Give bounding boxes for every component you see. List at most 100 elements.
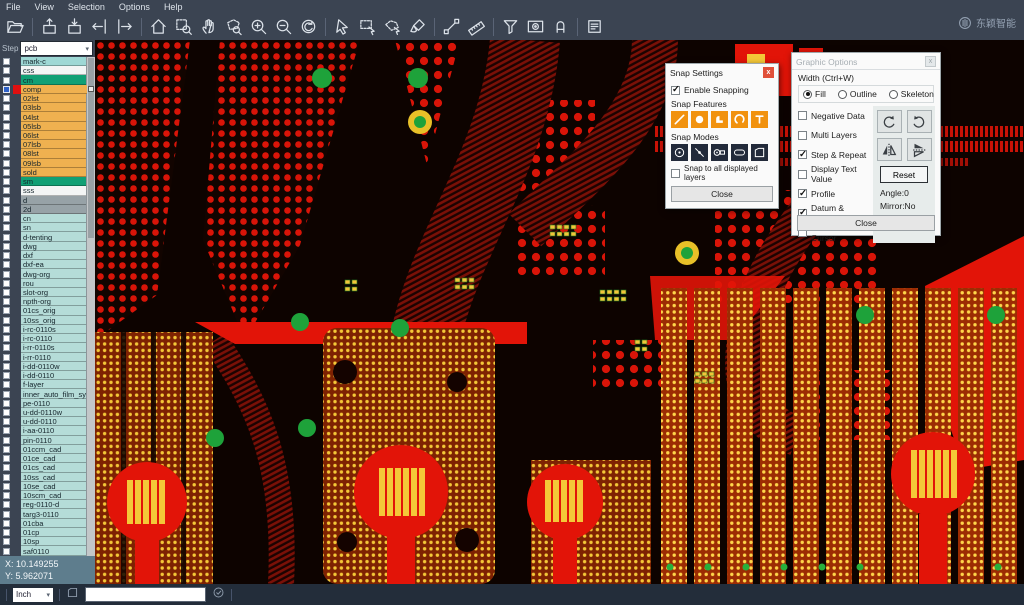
pan-button[interactable] [196,15,221,39]
layer-row[interactable]: 07lsb [0,140,95,149]
home-view-button[interactable] [146,15,171,39]
width-radio[interactable]: Fill [803,89,826,99]
layer-checkbox[interactable] [3,511,10,518]
layer-row[interactable]: sm [0,177,95,186]
measure-ruler-button[interactable] [464,15,489,39]
layer-row[interactable]: i-rr-0110s [0,343,95,352]
option-checkbox[interactable] [798,150,807,159]
filter-button[interactable] [498,15,523,39]
close-icon[interactable]: x [763,67,774,78]
snap-pad-button[interactable] [711,144,728,161]
layer-row[interactable]: dxf [0,251,95,260]
option-checkbox[interactable] [798,189,807,198]
snap-surface-button[interactable] [711,111,728,128]
layer-checkbox[interactable] [3,474,10,481]
layer-row[interactable]: saf0110 [0,546,95,555]
menu-file[interactable]: File [6,2,21,12]
snap-line-point-button[interactable] [691,144,708,161]
layer-checkbox[interactable] [3,326,10,333]
snap-center-button[interactable] [671,144,688,161]
radio-icon[interactable] [838,90,847,99]
layer-checkbox[interactable] [3,529,10,536]
option-checkbox[interactable] [798,170,807,179]
apply-icon[interactable] [212,586,225,604]
radio-icon[interactable] [803,90,812,99]
layer-checkbox[interactable] [3,150,10,157]
layer-checkbox[interactable] [3,197,10,204]
snap-all-layers-row[interactable]: Snap to all displayed layers [671,164,773,182]
layer-row[interactable]: 10ss_cad [0,473,95,482]
layer-row[interactable]: css [0,66,95,75]
layer-row[interactable]: sn [0,223,95,232]
layer-row[interactable]: pe-0110 [0,399,95,408]
layer-checkbox[interactable] [3,289,10,296]
layer-checkbox[interactable] [3,520,10,527]
layer-checkbox[interactable] [3,298,10,305]
reset-button[interactable]: Reset [880,166,928,183]
layer-checkbox[interactable] [3,77,10,84]
graphic-option-row[interactable]: Display Text Value [798,165,869,185]
layer-row[interactable]: dxf-ea [0,260,95,269]
layer-checkbox[interactable] [3,492,10,499]
layer-checkbox[interactable] [3,224,10,231]
snap-arc-button[interactable] [731,111,748,128]
layer-checkbox[interactable] [3,206,10,213]
layer-row[interactable]: reg-0110-d [0,500,95,509]
layer-checkbox[interactable] [3,418,10,425]
layer-row[interactable]: 01cs_orig [0,306,95,315]
snap-magnet-button[interactable] [548,15,573,39]
step-select[interactable]: pcb ▾ [20,41,93,56]
select-rectangle-button[interactable] [355,15,380,39]
layer-checkbox[interactable] [3,104,10,111]
layer-row[interactable]: i-dd-0110 [0,371,95,380]
layer-checkbox[interactable] [3,215,10,222]
graphic-option-row[interactable]: Multi Layers [798,126,869,146]
width-radio[interactable]: Outline [838,89,877,99]
layer-checkbox[interactable] [3,344,10,351]
layer-checkbox[interactable] [3,58,10,65]
layer-row[interactable]: 06lst [0,131,95,140]
select-button[interactable] [330,15,355,39]
option-checkbox[interactable] [798,111,807,120]
layer-row[interactable]: sold [0,168,95,177]
snap-circle-button[interactable] [691,111,708,128]
layer-checkbox[interactable] [3,86,10,93]
layer-row[interactable]: i-aa-0110 [0,426,95,435]
layer-checkbox[interactable] [3,243,10,250]
menu-help[interactable]: Help [164,2,183,12]
layer-row[interactable]: i-dd-0110w [0,362,95,371]
menu-options[interactable]: Options [119,2,150,12]
layer-row[interactable]: i-rc-0110 [0,334,95,343]
zoom-window-button[interactable] [171,15,196,39]
open-folder-button[interactable] [3,15,28,39]
close-icon[interactable]: x [925,56,936,67]
layer-row[interactable]: sss [0,186,95,195]
layer-checkbox[interactable] [3,548,10,555]
snap-line-button[interactable] [671,111,688,128]
option-checkbox[interactable] [798,131,807,140]
snap-close-button[interactable]: Close [671,186,773,202]
layer-row[interactable]: comp [0,85,95,94]
rotate-cw-button[interactable] [877,110,902,133]
radio-icon[interactable] [889,90,898,99]
layer-checkbox[interactable] [3,427,10,434]
layer-row[interactable]: 01cp [0,528,95,537]
import-down-button[interactable] [62,15,87,39]
layer-checkbox[interactable] [3,363,10,370]
select-polygon-button[interactable] [380,15,405,39]
layer-row[interactable]: dwg [0,242,95,251]
rotate-ccw-button[interactable] [907,110,932,133]
layer-row[interactable]: 08lst [0,149,95,158]
command-input[interactable] [85,587,206,602]
layer-row[interactable]: i-rr-0110 [0,353,95,362]
graphic-dialog-titlebar[interactable]: Graphic Options x [792,53,940,69]
layer-row[interactable]: u-dd-0110 [0,417,95,426]
layer-checkbox[interactable] [3,391,10,398]
layer-row[interactable]: targ3-0110 [0,509,95,518]
layer-row[interactable]: f-layer [0,380,95,389]
notes-panel-button[interactable] [582,15,607,39]
layer-row[interactable]: 2d [0,205,95,214]
layer-row[interactable]: 01ce_cad [0,454,95,463]
highlight-eye-button[interactable] [523,15,548,39]
layer-row[interactable]: 09lsb [0,159,95,168]
